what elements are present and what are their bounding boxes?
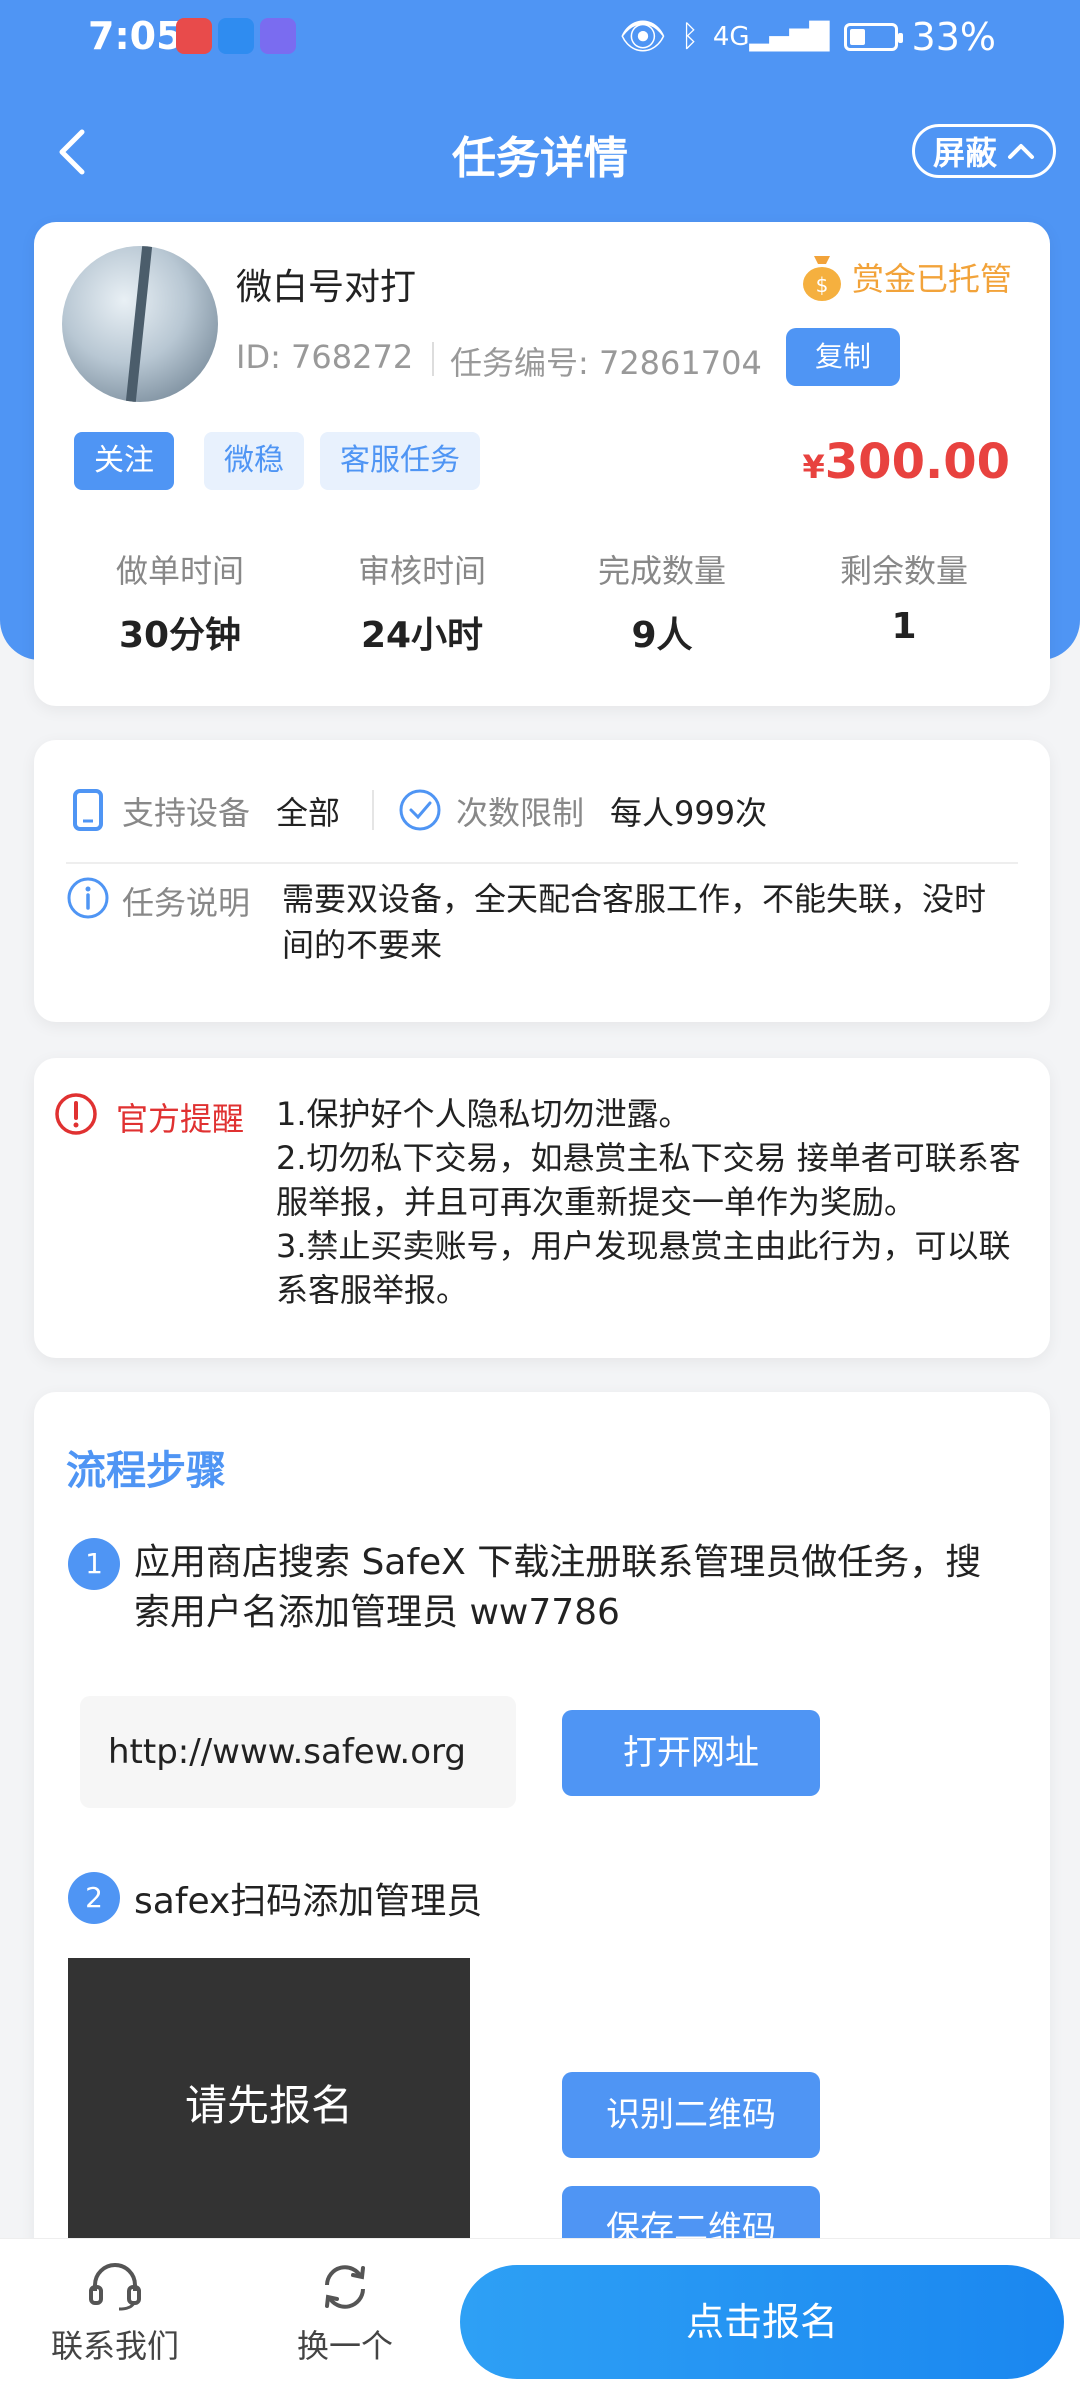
shield-button[interactable]: 屏蔽 [911, 124, 1056, 178]
tag-item: 客服任务 [320, 432, 480, 490]
refresh-icon [325, 2265, 365, 2309]
task-number: 任务编号: 72861704 [450, 344, 762, 382]
navigation-bar: 任务详情 屏蔽 [0, 100, 1080, 210]
recognize-qr-button[interactable]: 识别二维码 [562, 2072, 820, 2158]
music-app-icon [260, 18, 296, 54]
limit-label: 次数限制 [456, 794, 585, 832]
stat-value: 24小时 [360, 615, 484, 656]
stat-label: 做单时间 [115, 552, 244, 590]
currency-symbol: ¥ [802, 448, 825, 486]
escrow-badge: $ 赏金已托管 [800, 252, 1012, 302]
reward-price: ¥300.00 [803, 434, 1011, 490]
weather-app-icon [218, 18, 254, 54]
stat-label: 完成数量 [597, 552, 726, 590]
notice-line: 2.切勿私下交易，如悬赏主私下交易 接单者可联系客服举报，并且可再次重新提交一单… [276, 1139, 1021, 1221]
phone-icon [73, 789, 103, 831]
stat-label: 审核时间 [357, 552, 486, 590]
desc-value: 需要双设备，全天配合客服工作，不能失联，没时间的不要来 [282, 880, 987, 964]
notice-line: 1.保护好个人隐私切勿泄露。 [276, 1095, 691, 1133]
notice-label: 官方提醒 [116, 1100, 245, 1138]
stat-label: 剩余数量 [839, 552, 968, 590]
url-text: http://www.safew.org [108, 1732, 466, 1772]
device-value: 全部 [276, 794, 341, 832]
copy-button[interactable]: 复制 [786, 328, 900, 386]
chevron-up-icon [1008, 144, 1034, 159]
alert-icon [55, 1093, 97, 1135]
switch-button[interactable]: 换一个 [270, 2261, 420, 2381]
svg-text:$: $ [816, 273, 829, 297]
qr-placeholder-text: 请先报名 [184, 2081, 353, 2130]
task-name: 微白号对打 [236, 267, 417, 308]
money-bag-icon: $ [803, 256, 841, 301]
eye-icon: 👁 [618, 14, 667, 58]
device-label: 支持设备 [122, 794, 251, 832]
limit-value: 每人999次 [610, 794, 768, 832]
avatar [62, 246, 218, 402]
info-icon [67, 877, 109, 919]
switch-label: 换一个 [296, 2327, 393, 2365]
bottom-bar: 联系我们 换一个 点击报名 [0, 2238, 1080, 2401]
battery-icon [843, 22, 903, 51]
contact-us-label: 联系我们 [50, 2327, 179, 2365]
bluetooth-icon: ᛒ [680, 19, 699, 54]
stat-value: 1 [891, 606, 917, 647]
signal-icon: 4G▂▄▆█ [712, 21, 830, 52]
stat-value: 30分钟 [118, 615, 242, 656]
info-row-separator [66, 862, 1018, 864]
step2-text: safex扫码添加管理员 [134, 1881, 483, 1922]
stat-value: 9人 [631, 615, 693, 656]
info-divider [372, 790, 374, 830]
status-time: 7:05 [88, 14, 183, 58]
signup-button[interactable]: 点击报名 [460, 2265, 1064, 2379]
task-id: ID: 768272 [236, 338, 414, 376]
tag-item: 微稳 [204, 432, 304, 490]
status-bar: 7:05 👁 ᛒ 4G▂▄▆█ 33% [0, 0, 1080, 80]
contact-us-button[interactable]: 联系我们 [40, 2261, 190, 2381]
battery-percent: 33% [911, 14, 996, 59]
desc-label: 任务说明 [122, 884, 251, 922]
steps-title: 流程步骤 [66, 1448, 226, 1494]
shield-label: 屏蔽 [932, 134, 997, 172]
step-number: 1 [68, 1538, 120, 1590]
huawei-app-icon [176, 18, 212, 54]
headset-icon [89, 2263, 141, 2311]
notice-line: 3.禁止买卖账号，用户发现悬赏主由此行为，可以联系客服举报。 [276, 1227, 1011, 1309]
id-divider [432, 342, 434, 376]
qr-code-placeholder: 请先报名 [68, 1958, 470, 2258]
follow-button[interactable]: 关注 [74, 432, 174, 490]
step-number: 2 [68, 1872, 120, 1924]
check-circle-icon [399, 789, 441, 831]
step1-text: 应用商店搜索 SafeX 下载注册联系管理员做任务，搜索用户名添加管理员 ww7… [134, 1542, 982, 1633]
escrow-label: 赏金已托管 [852, 260, 1013, 298]
open-url-button[interactable]: 打开网址 [562, 1710, 820, 1796]
url-field[interactable]: http://www.safew.org [80, 1696, 516, 1808]
price-value: 300.00 [824, 434, 1010, 490]
notice-content: 1.保护好个人隐私切勿泄露。 2.切勿私下交易，如悬赏主私下交易 接单者可联系客… [276, 1092, 1026, 1312]
